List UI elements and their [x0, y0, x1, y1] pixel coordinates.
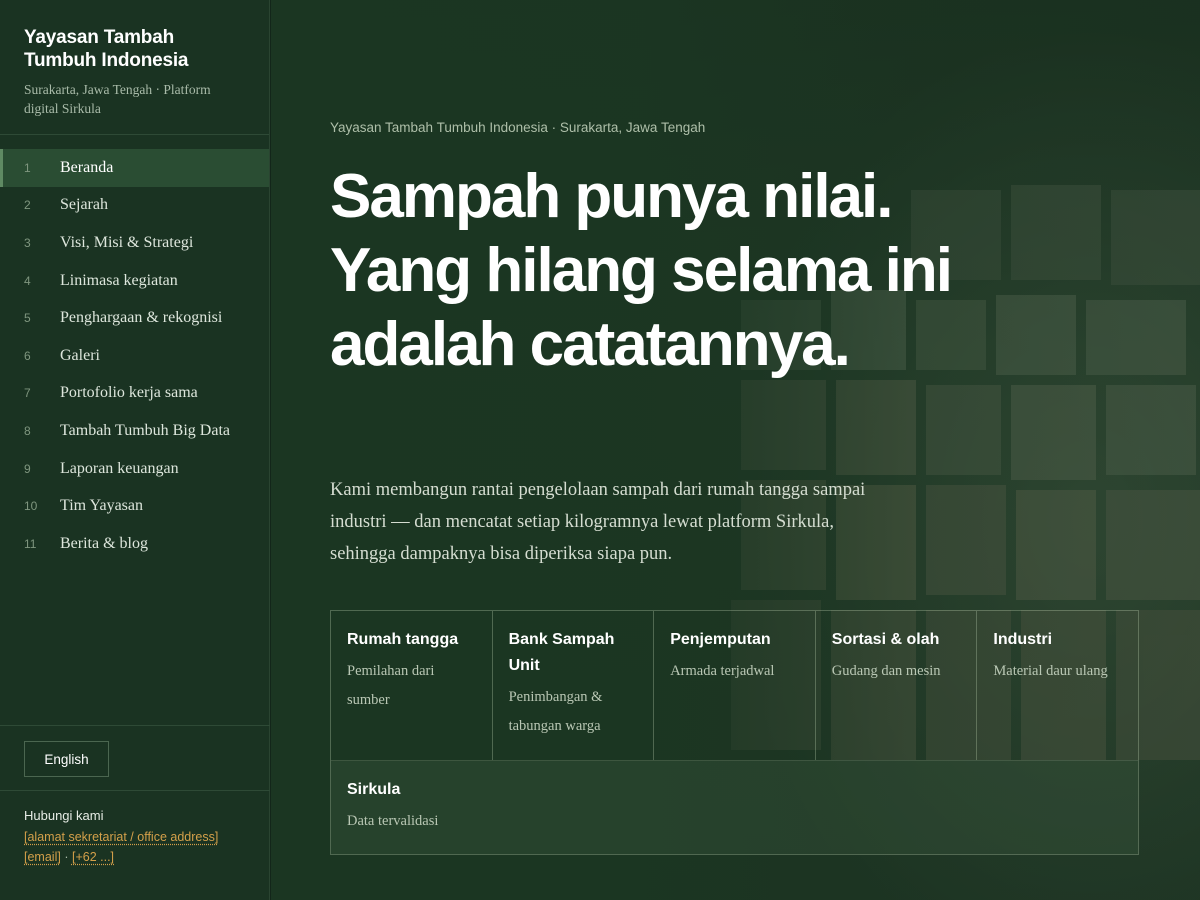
sidebar: Yayasan Tambah Tumbuh Indonesia Surakart…	[0, 0, 270, 900]
contact-email-link[interactable]: [email]	[24, 850, 61, 864]
nav-item-number: 4	[24, 273, 31, 288]
nav-item-number: 8	[24, 423, 31, 438]
nav-item-number: 9	[24, 461, 31, 476]
language-section: English	[0, 725, 270, 791]
flow-step-description: Data tervalidasi	[347, 813, 439, 829]
flow-step-title: Sortasi & olah	[831, 631, 940, 648]
flow-step-description: Penimbangan & tabungan warga	[508, 689, 603, 734]
nav-item-number: 1	[24, 160, 31, 175]
nav-item-label: Laporan keuangan	[60, 459, 179, 477]
contact-block: Hubungi kami [alamat sekretariat / offic…	[24, 808, 218, 864]
nav-item-label: Penghargaan & rekognisi	[60, 309, 223, 327]
nav-item-label: Galeri	[60, 346, 100, 364]
contact-title: Hubungi kami	[24, 808, 104, 823]
hero-section: Yayasan Tambah Tumbuh Indonesia · Suraka…	[271, 0, 1200, 900]
nav-item-number: 2	[24, 198, 31, 213]
nav-item-visi-misi[interactable]: 3 Visi, Misi & Strategi	[0, 224, 269, 262]
flow-step-penjemputan: Penjemputan Armada terjadwal	[654, 611, 816, 760]
contact-phone-link[interactable]: [+62 ...]	[72, 850, 114, 864]
nav-item-beranda[interactable]: 1 Beranda	[0, 149, 269, 187]
hero-lede: Kami membangun rantai pengelolaan sampah…	[330, 480, 866, 564]
flow-step-description: Gudang dan mesin	[831, 663, 941, 679]
flow-step-description: Armada terjadwal	[670, 663, 775, 679]
nav-item-sejarah[interactable]: 2 Sejarah	[0, 187, 269, 225]
language-switch-button[interactable]: English	[24, 741, 109, 777]
flow-step-sortasi: Sortasi & olah Gudang dan mesin	[816, 611, 978, 760]
brand-block: Yayasan Tambah Tumbuh Indonesia Surakart…	[0, 0, 269, 135]
flow-step-industri: Industri Material daur ulang	[977, 611, 1138, 760]
nav-item-label: Tambah Tumbuh Big Data	[60, 421, 230, 439]
nav-item-tim-yayasan[interactable]: 10 Tim Yayasan	[0, 487, 269, 525]
nav-item-number: 11	[24, 536, 37, 551]
nav-item-big-data[interactable]: 8 Tambah Tumbuh Big Data	[0, 412, 269, 450]
main-nav: 1 Beranda 2 Sejarah 3 Visi, Misi & Strat…	[0, 149, 269, 563]
hero-eyebrow: Yayasan Tambah Tumbuh Indonesia · Suraka…	[330, 120, 706, 135]
nav-item-number: 5	[24, 311, 31, 326]
flow-step-title: Bank Sampah Unit	[508, 631, 615, 674]
contact-separator: ·	[64, 850, 69, 864]
nav-item-label: Berita & blog	[60, 534, 148, 552]
nav-item-linimasa[interactable]: 4 Linimasa kegiatan	[0, 262, 269, 300]
contact-address-link[interactable]: [alamat sekretariat / office address]	[24, 830, 218, 844]
nav-item-label: Portofolio kerja sama	[60, 384, 198, 402]
flow-step-description: Pemilahan dari sumber	[347, 663, 435, 708]
value-chain-flow: Rumah tangga Pemilahan dari sumber Bank …	[330, 610, 1139, 855]
flow-step-title: Rumah tangga	[347, 631, 459, 648]
flow-step-title: Sirkula	[347, 781, 401, 798]
value-chain-steps: Rumah tangga Pemilahan dari sumber Bank …	[331, 611, 1138, 761]
nav-item-number: 10	[24, 499, 38, 514]
contact-row: [email] · [+62 ...]	[24, 850, 218, 864]
flow-step-title: Industri	[993, 631, 1053, 648]
hero-content: Yayasan Tambah Tumbuh Indonesia · Suraka…	[330, 0, 1200, 900]
nav-item-galeri[interactable]: 6 Galeri	[0, 337, 269, 375]
brand-subtitle: Surakarta, Jawa Tengah · Platform digita…	[24, 82, 211, 116]
nav-item-label: Tim Yayasan	[60, 497, 143, 515]
nav-item-label: Sejarah	[60, 196, 108, 214]
nav-item-laporan-keuangan[interactable]: 9 Laporan keuangan	[0, 450, 269, 488]
nav-item-label: Linimasa kegiatan	[60, 271, 178, 289]
flow-step-description: Material daur ulang	[993, 663, 1108, 679]
nav-item-label: Beranda	[60, 158, 114, 176]
nav-item-berita-blog[interactable]: 11 Berita & blog	[0, 525, 269, 563]
nav-item-number: 3	[24, 235, 31, 250]
flow-step-bank-sampah: Bank Sampah Unit Penimbangan & tabungan …	[493, 611, 655, 760]
nav-item-number: 6	[24, 348, 31, 363]
brand-name[interactable]: Yayasan Tambah Tumbuh Indonesia	[24, 26, 245, 72]
nav-item-portofolio[interactable]: 7 Portofolio kerja sama	[0, 375, 269, 413]
flow-step-sirkula: Sirkula Data tervalidasi	[331, 761, 1138, 854]
hero-headline: Sampah punya nilai. Yang hilang selama i…	[330, 162, 953, 379]
nav-item-penghargaan[interactable]: 5 Penghargaan & rekognisi	[0, 299, 269, 337]
nav-item-number: 7	[24, 386, 31, 401]
nav-item-label: Visi, Misi & Strategi	[60, 233, 194, 251]
flow-step-title: Penjemputan	[670, 631, 771, 648]
flow-step-rumah-tangga: Rumah tangga Pemilahan dari sumber	[331, 611, 493, 760]
